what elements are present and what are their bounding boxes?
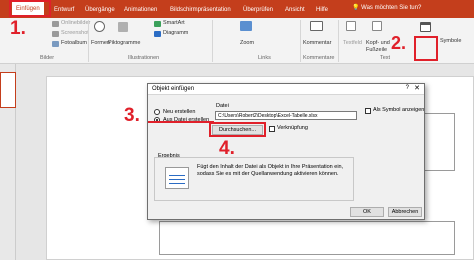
ok-button[interactable]: OK [350, 207, 384, 217]
highlight-aus-datei-underline [148, 121, 214, 123]
tab-hilfe[interactable]: Hilfe [316, 4, 328, 16]
result-description: Fügt den Inhalt der Datei als Objekt in … [197, 164, 344, 177]
smartart-button[interactable]: SmartArt [163, 20, 185, 27]
group-links-label: Links [258, 55, 271, 61]
smartart-icon [154, 21, 161, 27]
slide-thumbnail[interactable] [0, 72, 16, 108]
kommentar-button[interactable]: Kommentar [303, 40, 331, 47]
help-button[interactable]: ? [406, 85, 409, 91]
radio-new-label: Neu erstellen [163, 109, 196, 115]
group-bilder-label: Bilder [40, 55, 55, 61]
diagramm-button[interactable]: Diagramm [163, 30, 188, 37]
textfeld-icon [346, 21, 356, 31]
file-label: Datei [216, 103, 229, 109]
file-path-field[interactable]: C:\Users\Robert2\Desktop\Excel-Tabelle.x… [215, 111, 357, 120]
annotation-step-4: 4. [219, 138, 235, 159]
screenshot-button[interactable]: Screenshot [61, 30, 89, 37]
link-checkbox-label: Verknüpfung [277, 125, 308, 131]
tab-animationen[interactable]: Animationen [124, 4, 157, 16]
kommentar-icon [310, 21, 323, 31]
onlinebilder-icon [52, 21, 59, 27]
fotoalbum-button[interactable]: Fotoalbum [61, 40, 87, 47]
cancel-button[interactable]: Abbrechen [388, 207, 422, 217]
group-illustrationen-label: Illustrationen [128, 55, 160, 61]
screenshot-icon [52, 31, 59, 37]
group-kommentare-label: Kommentare [303, 55, 335, 61]
insert-object-dialog: Objekt einfügen ? ✕ Neu erstellen Aus Da… [147, 83, 425, 220]
piktogramme-icon [118, 22, 128, 32]
formen-icon [94, 21, 105, 32]
piktogramme-button[interactable]: Piktogramme [108, 40, 140, 47]
highlight-einfuegen-tab [9, 0, 51, 17]
textfeld-button[interactable]: Textfeld [343, 40, 362, 47]
diagramm-icon [154, 31, 161, 37]
zoom-icon [240, 21, 252, 31]
symbol-checkbox-label: Als Symbol anzeigen [373, 107, 425, 113]
dialog-title: Objekt einfügen [152, 86, 195, 92]
objekt-button[interactable] [420, 22, 431, 32]
tell-me-box[interactable]: 💡 Was möchten Sie tun? [352, 4, 421, 11]
link-checkbox[interactable] [269, 126, 275, 132]
symbol-checkbox[interactable] [365, 108, 371, 114]
kopf-fusszeile-button[interactable]: Kopf- und Fußzeile [366, 40, 392, 54]
annotation-step-1: 1. [10, 18, 26, 39]
highlight-objekt-button [414, 36, 438, 61]
tab-uebergaenge[interactable]: Übergänge [85, 4, 115, 16]
highlight-browse-button [209, 122, 266, 137]
objekt-icon [421, 23, 430, 25]
fotoalbum-icon [52, 41, 59, 47]
annotation-step-3: 3. [124, 105, 140, 126]
tab-bildschirmpraesentation[interactable]: Bildschirmpräsentation [170, 4, 231, 16]
onlinebilder-button[interactable]: Onlinebilder [61, 20, 90, 27]
symbole-button[interactable]: Symbole [440, 38, 461, 45]
tab-ueberpruefen[interactable]: Überprüfen [243, 4, 273, 16]
annotation-step-2: 2. [391, 33, 407, 53]
group-separator [300, 20, 301, 62]
ribbon-tab-bar: Einfügen Entwurf Übergänge Animationen B… [0, 0, 474, 18]
radio-new[interactable] [154, 109, 160, 115]
kopf-fusszeile-icon [372, 21, 382, 31]
zoom-button[interactable]: Zoom [240, 40, 254, 47]
group-separator [338, 20, 339, 62]
close-icon[interactable]: ✕ [414, 85, 420, 93]
subtitle-placeholder[interactable] [159, 221, 455, 255]
group-separator [88, 20, 89, 62]
dialog-title-bar: Objekt einfügen ? ✕ [148, 84, 424, 95]
tab-entwurf[interactable]: Entwurf [54, 4, 74, 16]
tell-me-text: Was möchten Sie tun? [361, 5, 422, 11]
group-text-label: Text [380, 55, 391, 61]
tab-ansicht[interactable]: Ansicht [285, 4, 305, 16]
group-separator [212, 20, 213, 62]
result-icon [165, 167, 189, 189]
result-box: Fügt den Inhalt der Datei als Objekt in … [154, 157, 354, 201]
lightbulb-icon: 💡 [352, 5, 362, 11]
